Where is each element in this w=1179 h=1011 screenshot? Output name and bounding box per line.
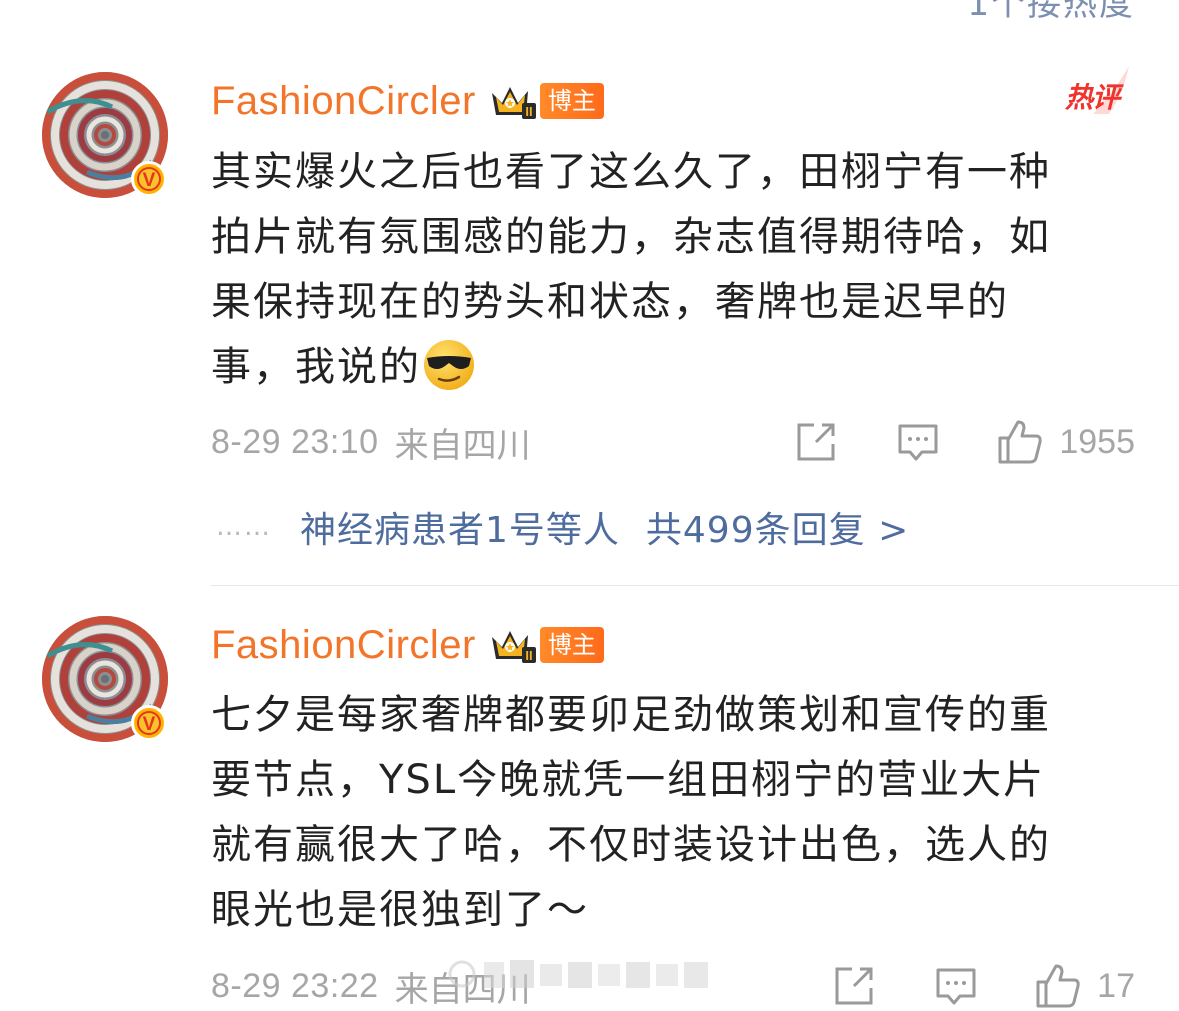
comment-actions: 1955 [791,417,1135,467]
thumbs-up-icon[interactable] [1033,961,1083,1011]
avatar[interactable]: V [42,616,168,742]
comment-line: 果保持现在的势头和状态，奢牌也是迟早的 [211,279,1009,325]
avatar[interactable]: V [42,72,168,198]
sunglasses-face-icon [424,340,474,390]
comment-text: 其实爆火之后也看了这么久了，田栩宁有一种 拍片就有氛围感的能力，杂志值得期待哈，… [211,140,1111,400]
hot-comment-tag: 热评 [1053,64,1133,120]
replies-dots: …… [216,512,272,542]
blogger-badge: II 博主 [488,81,604,121]
crown-icon: II [491,87,536,119]
like-count: 1955 [1059,422,1135,461]
crown-icon: II [491,631,536,663]
verified-v-icon: V [131,705,167,741]
comment-line: 要节点，YSL今晚就凭一组田栩宁的营业大片 [211,757,1046,803]
thumbs-up-icon[interactable] [995,417,1045,467]
svg-text:II: II [525,104,532,119]
comment-text: 七夕是每家奢牌都要卯足劲做策划和宣传的重 要节点，YSL今晚就凭一组田栩宁的营业… [211,683,1111,943]
comment-meta: 8-29 23:10 来自四川 1955 [211,417,1135,467]
comment-line: 就有赢很大了哈，不仅时装设计出色，选人的 [211,822,1051,868]
blogger-tag: 博主 [539,627,604,663]
watermark-image [448,960,708,988]
timestamp: 8-29 23:10 [211,422,379,461]
share-icon[interactable] [829,961,879,1011]
like-count: 17 [1097,966,1135,1005]
location: 来自四川 [394,425,531,466]
author-row: FashionCircler II 博主 [211,76,604,126]
svg-text:II: II [525,648,532,663]
timestamp: 8-29 23:22 [211,966,379,1005]
blogger-tag: 博主 [539,83,604,119]
verified-v-icon: V [131,161,167,197]
previous-reply-link-partial[interactable]: 1个接热度 [967,0,1135,25]
comment-actions: 17 [829,961,1135,1011]
comment-line-text: 事，我说的 [211,344,421,390]
comment-line: 眼光也是很独到了～ [211,887,589,933]
comment-icon[interactable] [931,961,981,1011]
blogger-badge: II 博主 [488,625,604,665]
comment-line: 拍片就有氛围感的能力，杂志值得期待哈，如 [211,214,1051,260]
divider [211,585,1179,586]
comment-line: 七夕是每家奢牌都要卯足劲做策划和宣传的重 [211,692,1051,738]
username[interactable]: FashionCircler [211,623,476,668]
replies-users[interactable]: 神经病患者1号等人 [300,501,620,553]
comment-icon[interactable] [893,417,943,467]
replies-summary[interactable]: …… 神经病患者1号等人 共499条回复 > [216,502,909,552]
comment-line-last: 事，我说的 [211,335,1111,400]
share-icon[interactable] [791,417,841,467]
hot-label: 热评 [1064,81,1120,114]
replies-count[interactable]: 共499条回复 > [646,501,909,553]
author-row: FashionCircler II 博主 [211,620,604,670]
comment-line: 其实爆火之后也看了这么久了，田栩宁有一种 [211,149,1051,195]
username[interactable]: FashionCircler [211,79,476,124]
